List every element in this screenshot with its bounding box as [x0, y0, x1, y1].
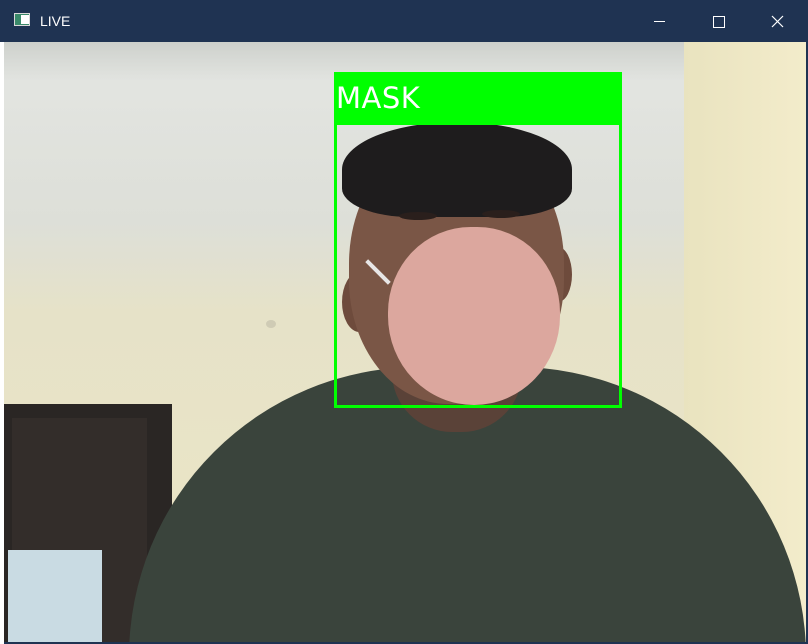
detection-label: MASK	[336, 81, 421, 115]
minimize-icon	[654, 21, 665, 22]
camera-feed: MASK	[4, 42, 806, 642]
window-title: LIVE	[40, 13, 71, 29]
close-icon	[771, 15, 784, 28]
title-bar[interactable]: LIVE	[0, 0, 808, 42]
close-button[interactable]	[748, 0, 808, 42]
app-window-icon	[14, 13, 30, 26]
detection-bounding-box	[334, 122, 622, 408]
window-light	[8, 550, 102, 642]
live-window: LIVE MASK	[0, 0, 808, 644]
wall-fixture	[266, 320, 276, 328]
maximize-icon	[713, 16, 725, 28]
maximize-button[interactable]	[690, 0, 750, 42]
minimize-button[interactable]	[630, 0, 690, 42]
